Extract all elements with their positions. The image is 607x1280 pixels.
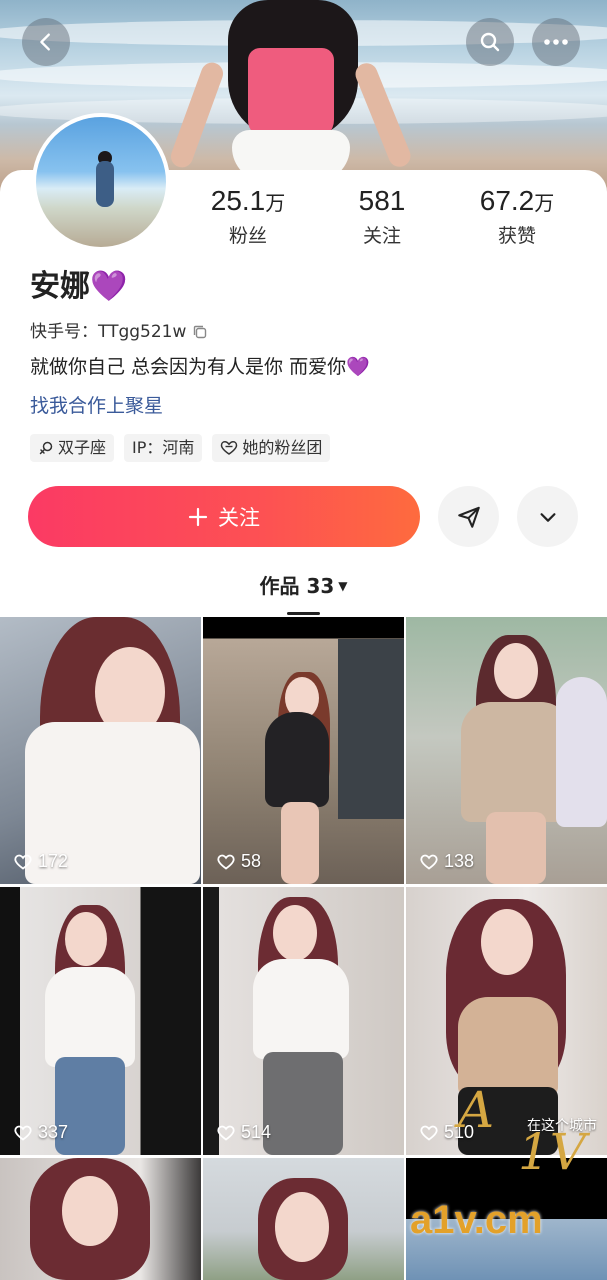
gemini-icon [39, 441, 53, 455]
stat-following[interactable]: 581 关注 [322, 184, 442, 249]
chevron-left-icon [40, 33, 50, 51]
follow-button[interactable]: 关注 [28, 486, 420, 547]
search-button[interactable] [466, 18, 514, 66]
heart-icon [14, 854, 32, 870]
fans-unit: 万 [265, 193, 286, 215]
collab-link[interactable]: 找我合作上聚星 [30, 392, 163, 420]
chevron-down-icon [539, 512, 556, 522]
like-count: 337 [14, 1122, 68, 1143]
likes-unit: 万 [534, 193, 555, 215]
fans-label: 粉丝 [228, 225, 267, 247]
like-count: 172 [14, 851, 68, 872]
profile-bio: 就做你自己 总会因为有人是你 而爱你💜 [30, 356, 370, 378]
tab-works-indicator [287, 612, 320, 615]
stat-likes[interactable]: 67.2万 获赞 [457, 184, 577, 249]
video-thumbnail[interactable] [203, 1158, 404, 1280]
video-thumbnail[interactable]: 337 [0, 887, 201, 1155]
fans-count: 25.1 [210, 185, 266, 216]
plus-icon [188, 507, 208, 526]
kuaishou-id-label: 快手号： [30, 322, 98, 342]
copy-icon[interactable] [192, 324, 208, 340]
watermark-url: a1v.cm [410, 1198, 543, 1242]
like-count: 514 [217, 1122, 271, 1143]
search-icon [480, 32, 500, 52]
video-thumbnail[interactable] [0, 1158, 201, 1280]
share-button[interactable] [438, 486, 499, 547]
following-count: 581 [358, 185, 406, 216]
likes-count: 67.2 [479, 185, 535, 216]
video-thumbnail[interactable]: 138 [406, 617, 607, 884]
following-label: 关注 [362, 225, 401, 247]
like-count: 138 [420, 851, 474, 872]
like-count: 58 [217, 851, 261, 872]
tag-zodiac[interactable]: 双子座 [30, 434, 115, 462]
watermark-logo-suffix: 1V [518, 1123, 586, 1181]
likes-label: 获赞 [497, 225, 536, 247]
tag-fan-club[interactable]: 她的粉丝团 [212, 434, 331, 462]
more-dots-icon [544, 39, 568, 45]
heart-icon [217, 854, 235, 870]
send-icon [457, 506, 480, 528]
tab-works[interactable]: 作品 33 ▼ [0, 570, 607, 602]
video-thumbnail[interactable]: 在这个城市 510 [406, 887, 607, 1155]
stat-fans[interactable]: 25.1万 粉丝 [188, 184, 308, 249]
video-thumbnail[interactable]: 172 [0, 617, 201, 884]
watermark-logo: A [458, 1081, 495, 1139]
purple-heart-emoji: 💜 [90, 269, 128, 304]
profile-name: 安娜💜 [30, 269, 128, 304]
expand-button[interactable] [517, 486, 578, 547]
heart-icon [14, 1125, 32, 1141]
video-grid: 172 58 138 337 514 在这个城市 510 [0, 617, 607, 1280]
heart-icon [217, 1125, 235, 1141]
more-button[interactable] [532, 18, 580, 66]
heart-icon [420, 1125, 438, 1141]
video-thumbnail[interactable]: 514 [203, 887, 404, 1155]
profile-tags: 双子座 IP：河南 她的粉丝团 [30, 434, 331, 462]
purple-heart-emoji: 💜 [346, 356, 370, 378]
heart-icon [420, 854, 438, 870]
back-button[interactable] [22, 18, 70, 66]
fan-club-icon [221, 441, 238, 455]
caret-down-icon: ▼ [338, 579, 348, 593]
video-thumbnail[interactable]: 58 [203, 617, 404, 884]
kuaishou-id-value: TTgg521w [98, 322, 187, 342]
tag-ip-location: IP：河南 [124, 434, 203, 462]
kuaishou-id: 快手号： TTgg521w [30, 320, 208, 344]
avatar[interactable] [32, 113, 170, 251]
